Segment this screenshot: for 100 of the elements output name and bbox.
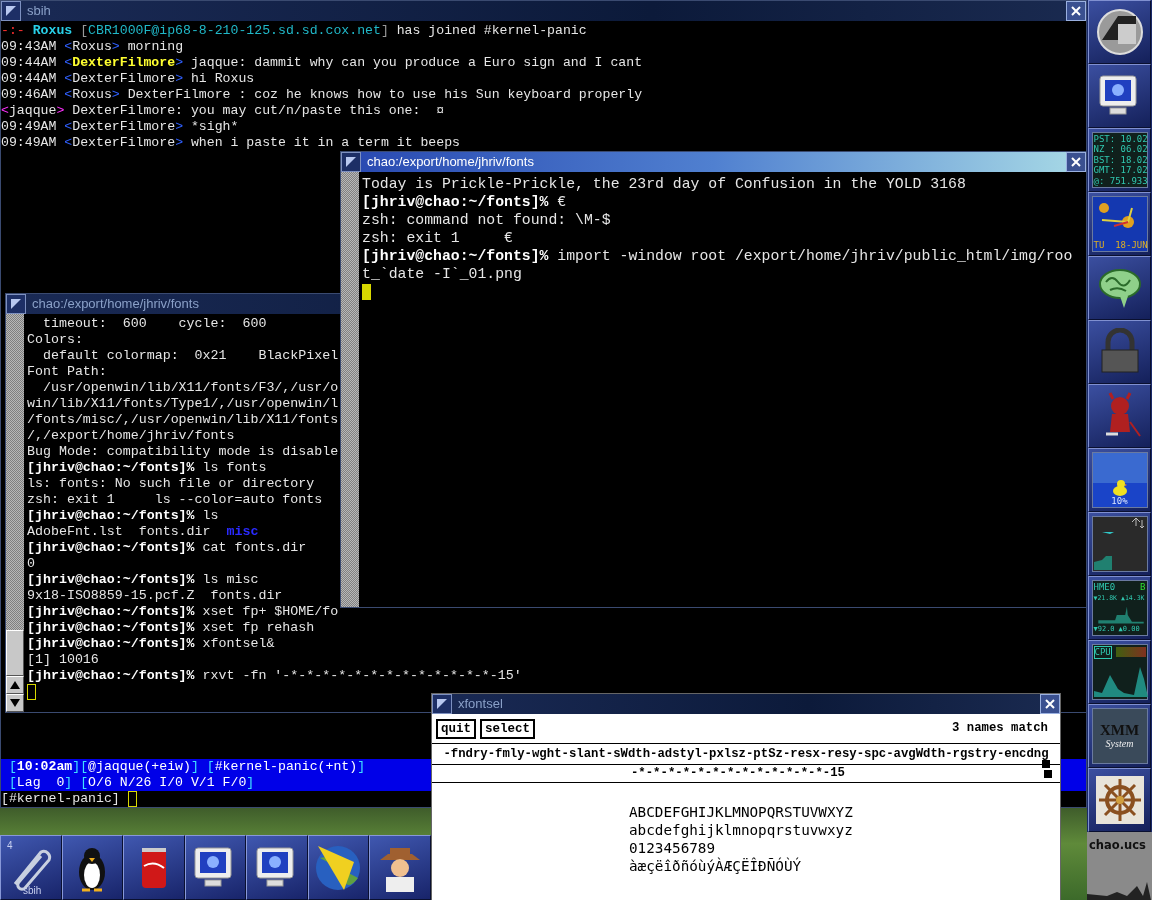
- cpu-label: CPU: [1093, 646, 1112, 659]
- logo-text: System: [1105, 738, 1134, 749]
- dock-tile[interactable]: [1088, 768, 1151, 832]
- text-cursor: [127, 790, 137, 807]
- terminal-line: [jhriv@chao:~/fonts]% xset fp rehash: [27, 620, 316, 636]
- font-pattern: -*-*-*-*-*-*-*-*-*-*-*-*-*-15: [630, 765, 846, 783]
- clock-reading: PST: 10.02: [1093, 133, 1148, 145]
- chat-line: 09:44AM <DexterFilmore> jaqque: dammit why can you produce a Euro sign and I cant: [1, 55, 644, 71]
- chat-line: -:- Roxus [CBR1000F@ip68-8-210-125.sd.sd.cox.net] has joined #kernel-panic: [1, 23, 588, 39]
- dock-tile[interactable]: [1088, 0, 1151, 64]
- terminal-line: ls: fonts: No such file or directory: [27, 476, 316, 492]
- sample-text: ABCDEFGHIJKLMNOPQRSTUVWXYZ: [629, 803, 853, 821]
- dock-tile[interactable]: [1088, 384, 1151, 448]
- taskbar-button[interactable]: [61, 835, 123, 900]
- terminal-line: default colormap: 0x21 BlackPixel: [41, 348, 340, 364]
- terminal-line: [jhriv@chao:~/fonts]% xfontsel&: [27, 636, 276, 652]
- duck-icon: [1112, 479, 1127, 496]
- dock-tile[interactable]: [1088, 320, 1151, 384]
- interface-name: HME0: [1093, 582, 1116, 593]
- title-bar[interactable]: xfontsel: [432, 694, 1060, 714]
- window-menu-button[interactable]: [6, 294, 26, 314]
- close-button[interactable]: [1066, 152, 1086, 172]
- date-text: TU 18-JUN: [1093, 239, 1148, 250]
- terminal-line: /,/export/home/jhriv/fonts: [27, 428, 236, 444]
- scrollbar[interactable]: [6, 314, 24, 712]
- scrollbar[interactable]: [341, 172, 359, 607]
- terminal-line: AdobeFnt.lst fonts.dir misc: [27, 524, 260, 540]
- unit-label: B: [1140, 582, 1146, 593]
- title-bar[interactable]: sbih: [1, 1, 1086, 21]
- triangle-icon: [345, 156, 357, 168]
- triangle-icon: [10, 298, 22, 310]
- up-arrow-icon: [10, 681, 20, 689]
- scroll-down-button[interactable]: [6, 694, 24, 712]
- terminal-line: [jhriv@chao:~/fonts]% ls: [27, 508, 220, 524]
- taskbar-button[interactable]: [307, 835, 369, 900]
- terminal-line: Today is Prickle-Prickle, the 23rd day of Confusion in the YOLD 3168: [362, 175, 967, 193]
- clock-reading: NZ : 06.02: [1093, 144, 1148, 155]
- taskbar-button[interactable]: [184, 835, 246, 900]
- chat-line: 09:44AM <DexterFilmore> hi Roxus: [1, 71, 256, 87]
- command-button[interactable]: quit: [436, 718, 476, 739]
- close-button[interactable]: [1066, 1, 1086, 21]
- terminal-line: win/lib/X11/fonts/Type1/,/usr/openwin/l: [27, 396, 340, 412]
- chat-line: 09:43AM <Roxus> morning: [1, 39, 185, 55]
- dock-tile[interactable]: TU 18-JUN: [1088, 192, 1151, 256]
- chat-line: 09:46AM <Roxus> DexterFilmore : coz he knows how to use his Sun keyboard properly: [1, 87, 644, 103]
- dock-tile[interactable]: [1088, 512, 1151, 576]
- down-arrow-icon: [10, 699, 20, 707]
- terminal-line: 9x18-ISO8859-15.pcf.Z fonts.dir: [27, 588, 284, 604]
- taskbar-button[interactable]: [369, 835, 431, 900]
- close-icon: [1044, 698, 1056, 710]
- triangle-icon: [5, 5, 17, 17]
- window-menu-button[interactable]: [1, 1, 21, 21]
- terminal-line: 0: [27, 556, 36, 572]
- status-line: [Lag 0] [O/6 N/26 I/0 V/1 F/0]: [7, 774, 255, 791]
- terminal-line: [jhriv@chao:~/fonts]% import -window root /export/home/jhriv/public_html/img/roo: [362, 247, 1074, 265]
- clock-reading: GMT: 17.02: [1093, 165, 1148, 176]
- terminal-line: /usr/openwin/lib/X11/fonts/F3/,/usr/o: [41, 380, 340, 396]
- title-bar[interactable]: chao:/export/home/jhriv/fonts: [341, 152, 1086, 172]
- terminal-line: Bug Mode: compatibility mode is disable: [27, 444, 340, 460]
- logo-text: XMM: [1099, 723, 1140, 738]
- status-line: [10:02am][@jaqque(+eiw)] [#kernel-panic(+nt)]: [7, 758, 366, 775]
- terminal-line: [jhriv@chao:~/fonts]% ls misc: [27, 572, 260, 588]
- terminal-line: Font Path:: [27, 364, 108, 380]
- scroll-up-button[interactable]: [6, 676, 24, 694]
- close-icon: [1070, 5, 1082, 17]
- dock-tile[interactable]: 10%: [1088, 448, 1151, 512]
- cpu-meter: [1115, 647, 1146, 658]
- dock-tile[interactable]: [1088, 64, 1151, 128]
- globe-icon: [314, 843, 363, 892]
- scroll-thumb[interactable]: [6, 630, 24, 676]
- window-title: chao:/export/home/jhriv/fonts: [31, 295, 200, 313]
- window-title: sbih: [26, 2, 52, 20]
- terminal-line: zsh: exit 1 €: [362, 229, 514, 247]
- host-name: chao.ucs: [1088, 837, 1146, 854]
- dock-tile[interactable]: CPU: [1088, 640, 1151, 704]
- window-menu-button[interactable]: [341, 152, 361, 172]
- terminal-line: [jhriv@chao:~/fonts]% €: [362, 193, 568, 211]
- close-button[interactable]: [1040, 694, 1060, 714]
- terminal-line: zsh: exit 1 ls --color=auto fonts: [27, 492, 324, 508]
- load-graph-drawing: [1087, 882, 1151, 900]
- level-reading: 10%: [1111, 495, 1128, 506]
- command-button[interactable]: select: [480, 718, 536, 739]
- dock-tile[interactable]: [1088, 256, 1151, 320]
- terminal-line: timeout: 600 cycle: 600: [41, 316, 268, 332]
- taskbar-button[interactable]: [123, 835, 185, 900]
- terminal-line: t_`date -I`_01.png: [362, 265, 523, 283]
- terminal-line: [jhriv@chao:~/fonts]% rxvt -fn '-*-*-*-*-*-*-*-*-*-*-*-*-*-15': [27, 668, 523, 684]
- field-names[interactable]: -fndry-fmly-wght-slant-sWdth-adstyl-pxlsz-ptSz-resx-resy-spc-avgWdth-rgstry-encdng: [432, 744, 1060, 765]
- match-count: 3 names match: [952, 720, 1049, 738]
- sample-text: 0123456789: [629, 839, 716, 857]
- chat-line: <jaqque> DexterFilmore: you may cut/n/paste this one: ¤: [1, 103, 446, 119]
- dock-tile[interactable]: PST: 10.02 NZ : 06.02 BST: 18.02 GMT: 17.02 @: 751.933: [1088, 128, 1151, 192]
- terminal-line: Colors:: [27, 332, 84, 348]
- terminal-line: [jhriv@chao:~/fonts]% ls fonts: [27, 460, 268, 476]
- window-menu-button[interactable]: [432, 694, 452, 714]
- clock-reading: BST: 18.02: [1093, 154, 1148, 166]
- text-cursor: [27, 684, 36, 700]
- ship-wheel-icon: [1095, 776, 1144, 824]
- dock-tile[interactable]: XMM System: [1088, 704, 1151, 768]
- taskbar-button[interactable]: [246, 835, 308, 900]
